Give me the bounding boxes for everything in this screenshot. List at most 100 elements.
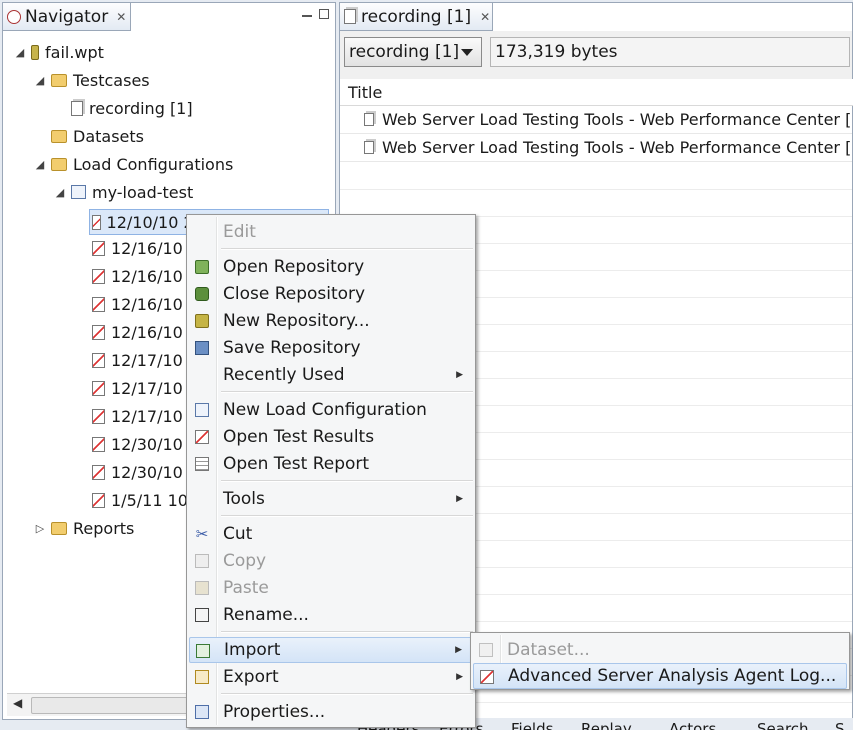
menu-item-dataset[interactable]: Dataset... bbox=[473, 637, 847, 663]
table-row[interactable]: Web Server Load Testing Tools - Web Perf… bbox=[340, 106, 852, 134]
import-submenu: Dataset... Advanced Server Analysis Agen… bbox=[470, 632, 850, 690]
tree-item-test-result[interactable]: 12/17/10 bbox=[92, 375, 183, 401]
tree-item-test-result[interactable]: 12/16/10 bbox=[92, 263, 183, 289]
tab-actors[interactable]: Actors bbox=[669, 720, 716, 730]
close-repository-icon bbox=[195, 287, 209, 301]
context-menu: Edit Open Repository Close Repository Ne… bbox=[186, 214, 476, 728]
empty-row bbox=[340, 189, 852, 217]
menu-item-cut[interactable]: ✂ Cut bbox=[189, 521, 473, 547]
menu-item-copy[interactable]: Copy bbox=[189, 548, 473, 574]
save-icon bbox=[195, 341, 209, 355]
folder-icon bbox=[51, 129, 67, 143]
menu-item-label: Import bbox=[224, 640, 281, 660]
collapse-icon[interactable]: ▷ bbox=[35, 522, 45, 535]
test-result-icon bbox=[195, 430, 209, 444]
expand-icon[interactable]: ◢ bbox=[15, 46, 25, 59]
menu-item-label: Open Test Results bbox=[223, 427, 375, 447]
menu-item-label: New Load Configuration bbox=[223, 400, 427, 420]
menu-item-label: Dataset... bbox=[507, 640, 590, 660]
tree-item-test-result[interactable]: 12/17/10 bbox=[92, 403, 183, 429]
export-icon bbox=[195, 670, 209, 684]
size-value: 173,319 bytes bbox=[495, 42, 618, 62]
column-header-title[interactable]: Title bbox=[340, 79, 853, 106]
menu-separator bbox=[221, 631, 473, 633]
menu-item-label: Copy bbox=[223, 551, 267, 571]
tab-search[interactable]: Search bbox=[757, 720, 809, 730]
test-result-icon bbox=[92, 296, 105, 312]
tree-item-test-result[interactable]: 12/17/10 bbox=[92, 347, 183, 373]
menu-item-new-repository[interactable]: New Repository... bbox=[189, 308, 473, 334]
menu-item-label: Rename... bbox=[223, 605, 309, 625]
tree-item-testcases[interactable]: ◢ Testcases bbox=[35, 67, 150, 93]
tab-replay[interactable]: Replay bbox=[581, 720, 632, 730]
menu-item-paste[interactable]: Paste bbox=[189, 575, 473, 601]
load-config-icon bbox=[195, 403, 209, 417]
menu-item-export[interactable]: Export ▶ bbox=[189, 664, 473, 690]
tree-item-reports[interactable]: ▷ Reports bbox=[35, 515, 135, 541]
close-icon[interactable]: ✕ bbox=[480, 10, 490, 24]
minimize-icon[interactable] bbox=[302, 9, 313, 20]
recording-select-value: recording [1] bbox=[349, 42, 460, 62]
menu-item-properties[interactable]: Properties... bbox=[189, 699, 473, 725]
tab-navigator[interactable]: Navigator ✕ bbox=[3, 3, 131, 31]
menu-item-label: Advanced Server Analysis Agent Log... bbox=[508, 666, 837, 686]
expand-icon[interactable]: ◢ bbox=[35, 74, 45, 87]
tree-item-test-result[interactable]: 12/16/10 bbox=[92, 319, 183, 345]
tree-item-test-result[interactable]: 12/30/10 bbox=[92, 431, 183, 457]
tree-item-label: 12/17/10 bbox=[111, 350, 183, 370]
menu-item-label: Tools bbox=[223, 489, 265, 509]
menu-item-open-repository[interactable]: Open Repository bbox=[189, 254, 473, 280]
menu-item-advanced-server-analysis-agent-log[interactable]: Advanced Server Analysis Agent Log... bbox=[473, 663, 847, 689]
menu-item-new-load-configuration[interactable]: New Load Configuration bbox=[189, 397, 473, 423]
import-icon bbox=[196, 644, 210, 658]
maximize-icon[interactable] bbox=[319, 9, 329, 19]
test-result-icon bbox=[92, 436, 105, 452]
menu-item-save-repository[interactable]: Save Repository bbox=[189, 335, 473, 361]
menu-item-import[interactable]: Import ▶ bbox=[189, 637, 473, 663]
scroll-left-icon[interactable]: ◀ bbox=[13, 696, 22, 710]
menu-item-close-repository[interactable]: Close Repository bbox=[189, 281, 473, 307]
menu-item-open-test-report[interactable]: Open Test Report bbox=[189, 451, 473, 477]
tab-recording[interactable]: recording [1] ✕ bbox=[340, 3, 493, 31]
tree-item-recording[interactable]: recording [1] bbox=[55, 95, 193, 121]
menu-item-rename[interactable]: Rename... bbox=[189, 602, 473, 628]
menu-item-tools[interactable]: Tools ▶ bbox=[189, 486, 473, 512]
tree-item-label: 12/17/10 bbox=[111, 406, 183, 426]
row-title: Web Server Load Testing Tools - Web Perf… bbox=[382, 138, 852, 157]
test-result-icon bbox=[92, 324, 105, 340]
tree-item-label: fail.wpt bbox=[45, 42, 104, 62]
folder-icon bbox=[51, 521, 67, 535]
copy-icon bbox=[195, 554, 209, 568]
tree-item-test-result[interactable]: 12/16/10 bbox=[92, 235, 183, 261]
dropdown-arrow-icon[interactable] bbox=[461, 49, 473, 56]
tree-item-label: 1/5/11 10 bbox=[111, 490, 188, 510]
tree-item-label: 12/17/10 bbox=[111, 378, 183, 398]
tab-fields[interactable]: Fields bbox=[511, 720, 553, 730]
size-field: 173,319 bytes bbox=[490, 37, 850, 67]
menu-item-label: Properties... bbox=[223, 702, 326, 722]
test-result-icon bbox=[92, 408, 105, 424]
tree-item-test-result[interactable]: 12/16/10 bbox=[92, 291, 183, 317]
tree-item-my-load-test[interactable]: ◢ my-load-test bbox=[55, 179, 193, 205]
properties-icon bbox=[195, 705, 209, 719]
menu-item-label: Open Repository bbox=[223, 257, 365, 277]
table-row[interactable]: Web Server Load Testing Tools - Web Perf… bbox=[340, 134, 852, 162]
tab-s[interactable]: S bbox=[835, 720, 845, 730]
scissors-icon: ✂ bbox=[195, 525, 209, 543]
expand-icon[interactable]: ◢ bbox=[35, 158, 45, 171]
menu-item-edit[interactable]: Edit bbox=[189, 219, 473, 245]
tree-item-test-result[interactable]: 12/30/10 bbox=[92, 459, 183, 485]
close-icon[interactable]: ✕ bbox=[116, 10, 126, 24]
menu-item-label: Recently Used bbox=[223, 365, 345, 385]
menu-item-recently-used[interactable]: Recently Used ▶ bbox=[189, 362, 473, 388]
tree-item-fail-wpt[interactable]: ◢ fail.wpt bbox=[15, 39, 104, 65]
test-result-icon bbox=[92, 492, 105, 508]
tree-item-datasets[interactable]: Datasets bbox=[35, 123, 144, 149]
recording-select[interactable]: recording [1] bbox=[344, 37, 482, 67]
tree-item-test-result[interactable]: 1/5/11 10 bbox=[92, 487, 188, 513]
test-result-icon bbox=[92, 268, 105, 284]
testcase-icon bbox=[71, 100, 83, 116]
menu-item-open-test-results[interactable]: Open Test Results bbox=[189, 424, 473, 450]
tree-item-load-configurations[interactable]: ◢ Load Configurations bbox=[35, 151, 234, 177]
expand-icon[interactable]: ◢ bbox=[55, 186, 65, 199]
